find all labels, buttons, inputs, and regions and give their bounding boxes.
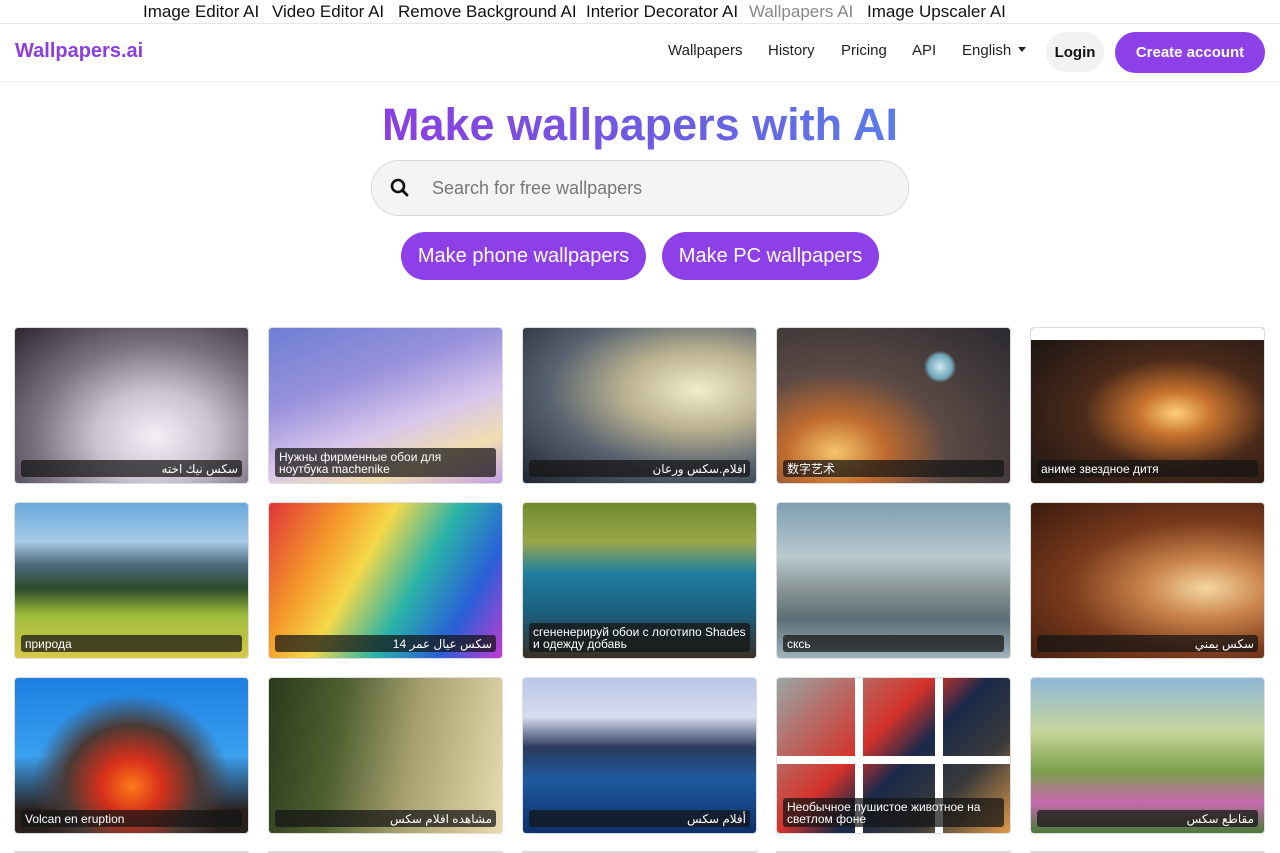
- make-phone-wallpapers-button[interactable]: Make phone wallpapers: [401, 232, 646, 280]
- wallpaper-caption: сгененерируй обои с логотипо Shades и од…: [529, 623, 750, 652]
- search-icon[interactable]: [390, 178, 410, 198]
- wallpaper-caption: سكس عيال عمر 14: [275, 635, 496, 652]
- nav-link-api[interactable]: API: [912, 42, 936, 59]
- create-account-button[interactable]: Create account: [1115, 32, 1265, 73]
- wallpaper-caption: سكس يمني: [1037, 635, 1258, 652]
- wallpaper-card[interactable]: аниме звездное дитя: [1030, 327, 1265, 484]
- page-title: Make wallpapers with AI: [382, 99, 898, 150]
- divider: [0, 81, 1280, 82]
- wallpaper-caption: سكس نيك اخته: [21, 460, 242, 477]
- top-link-image-editor[interactable]: Image Editor AI: [143, 2, 259, 22]
- search-input[interactable]: [432, 173, 882, 203]
- nav-link-pricing[interactable]: Pricing: [841, 42, 887, 59]
- make-pc-wallpapers-button[interactable]: Make PC wallpapers: [662, 232, 879, 280]
- chevron-down-icon: [1018, 47, 1027, 52]
- wallpaper-caption: сксь: [783, 635, 1004, 652]
- wallpaper-card[interactable]: Нужны фирменные обои для ноутбука machen…: [268, 327, 503, 484]
- wallpaper-caption: افلام.سكس ورعان: [529, 460, 750, 477]
- nav-link-history[interactable]: History: [768, 42, 815, 59]
- wallpaper-caption: 数字艺术: [783, 460, 1004, 477]
- top-link-wallpapers[interactable]: Wallpapers AI: [749, 2, 853, 22]
- wallpaper-card[interactable]: مقاطع سكس: [1030, 677, 1265, 834]
- top-link-video-editor[interactable]: Video Editor AI: [272, 2, 384, 22]
- wallpaper-card[interactable]: 数字艺术: [776, 327, 1011, 484]
- wallpaper-card[interactable]: сгененерируй обои с логотипо Shades и од…: [522, 502, 757, 659]
- wallpaper-card[interactable]: افلام.سكس ورعان: [522, 327, 757, 484]
- wallpaper-card[interactable]: أفلام سكس: [522, 677, 757, 834]
- wallpaper-card[interactable]: сксь: [776, 502, 1011, 659]
- top-link-interior-decorator[interactable]: Interior Decorator AI: [586, 2, 738, 22]
- wallpaper-card[interactable]: سكس عيال عمر 14: [268, 502, 503, 659]
- wallpaper-caption: Нужны фирменные обои для ноутбука machen…: [275, 448, 496, 477]
- search-bar: [371, 160, 909, 216]
- wallpaper-caption: природа: [21, 635, 242, 652]
- wallpaper-caption: مقاطع سكس: [1037, 810, 1258, 827]
- wallpaper-caption: Необычное пушистое животное на светлом ф…: [783, 798, 1004, 827]
- wallpaper-card[interactable]: مشاهده افلام سكس: [268, 677, 503, 834]
- wallpaper-card[interactable]: Необычное пушистое животное на светлом ф…: [776, 677, 1011, 834]
- language-label: English: [962, 42, 1012, 59]
- wallpaper-card[interactable]: سكس يمني: [1030, 502, 1265, 659]
- product-strip: Image Editor AI Video Editor AI Remove B…: [0, 0, 1280, 24]
- wallpaper-caption: Volcan en eruption: [21, 810, 242, 827]
- wallpaper-caption: أفلام سكس: [529, 810, 750, 827]
- wallpaper-card[interactable]: سكس نيك اخته: [14, 327, 249, 484]
- nav-link-wallpapers[interactable]: Wallpapers: [668, 42, 742, 59]
- wallpaper-caption: مشاهده افلام سكس: [275, 810, 496, 827]
- brand-logo[interactable]: Wallpapers.ai: [15, 40, 143, 63]
- top-link-image-upscaler[interactable]: Image Upscaler AI: [867, 2, 1006, 22]
- navbar: Wallpapers.ai Wallpapers History Pricing…: [0, 24, 1280, 82]
- wallpaper-card[interactable]: природа: [14, 502, 249, 659]
- wallpaper-card[interactable]: Volcan en eruption: [14, 677, 249, 834]
- language-dropdown[interactable]: English: [962, 42, 1027, 59]
- wallpaper-caption: аниме звездное дитя: [1037, 460, 1258, 477]
- top-link-remove-background[interactable]: Remove Background AI: [398, 2, 577, 22]
- login-button[interactable]: Login: [1046, 32, 1104, 72]
